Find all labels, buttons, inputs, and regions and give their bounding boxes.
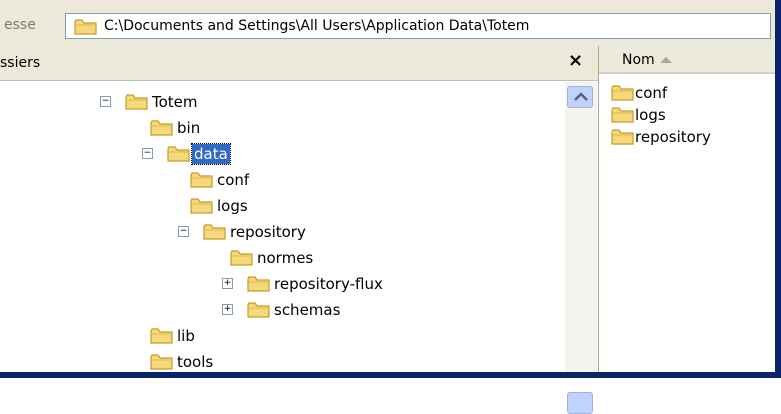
column-header-name[interactable]: Nom [599,46,781,74]
tree-node-normes[interactable]: normes [0,248,560,270]
folder-icon [611,84,635,106]
list-item-label: conf [635,84,668,102]
tree-node-tools[interactable]: tools [0,352,560,374]
address-field[interactable]: C:\Documents and Settings\All Users\Appl… [65,13,771,39]
folder-icon [190,171,214,193]
file-list-panel: Nom conf logs repository [599,46,781,378]
folder-icon [203,223,227,245]
tree-node-label: logs [217,197,248,215]
tree-node-lib[interactable]: lib [0,326,560,348]
folder-icon [150,327,174,349]
list-item-repository[interactable]: repository [611,128,771,150]
tree-node-Totem[interactable]: − Totem [0,92,560,114]
tree-node-label: schemas [274,301,341,319]
folder-icon [167,145,191,167]
folder-icon [125,93,149,115]
sort-ascending-icon [660,57,672,63]
tree-node-bin[interactable]: bin [0,118,560,140]
tree-scrollbar[interactable] [565,82,597,414]
folder-icon [190,197,214,219]
tree-node-label: Totem [152,93,198,111]
folder-icon [230,249,254,271]
address-path: C:\Documents and Settings\All Users\Appl… [104,18,530,34]
tree-node-data[interactable]: − data [0,143,560,167]
scroll-thumb[interactable] [567,392,593,414]
expand-toggle-icon[interactable]: + [222,278,233,289]
tree-node-label: repository-flux [274,275,383,293]
tree-node-label: normes [257,249,314,267]
scroll-up-button[interactable] [567,86,593,108]
address-label: esse [4,17,36,33]
folder-icon [150,119,174,141]
expand-toggle-icon[interactable]: + [222,304,233,315]
tree-node-label: tools [177,353,214,371]
folder-icon [611,106,635,128]
list-item-label: logs [635,106,666,124]
tree-node-schemas[interactable]: + schemas [0,300,560,322]
folder-icon [247,301,271,323]
close-icon[interactable]: × [568,50,583,71]
tree-node-label: bin [177,119,201,137]
folder-icon [74,18,98,40]
tree-node-label: data [191,143,231,165]
window-frame-right [775,0,781,378]
tree-panel-header: ssiers × [0,46,598,81]
address-bar: esse C:\Documents and Settings\All Users… [0,0,781,46]
list-item-label: repository [635,128,711,146]
tree-node-repository-flux[interactable]: + repository-flux [0,274,560,296]
collapse-toggle-icon[interactable]: − [142,148,153,159]
tree-node-conf[interactable]: conf [0,170,560,192]
list-item-logs[interactable]: logs [611,106,771,128]
collapse-toggle-icon[interactable]: − [178,226,189,237]
tree-node-label: repository [230,223,306,241]
scroll-up-arrow-icon [574,92,588,101]
tree-node-label: lib [177,327,195,345]
tree-node-label: conf [217,171,250,189]
tree-panel-title: ssiers [0,55,41,71]
column-header-label: Nom [622,52,655,68]
folder-icon [611,128,635,150]
tree-node-repository[interactable]: − repository [0,222,560,244]
collapse-toggle-icon[interactable]: − [100,96,111,107]
folder-tree-panel: ssiers × − Totem bin − data conf logs − reposito… [0,46,599,414]
window-frame-bottom [0,372,781,378]
tree-node-logs[interactable]: logs [0,196,560,218]
folder-icon [247,275,271,297]
list-item-conf[interactable]: conf [611,84,771,106]
